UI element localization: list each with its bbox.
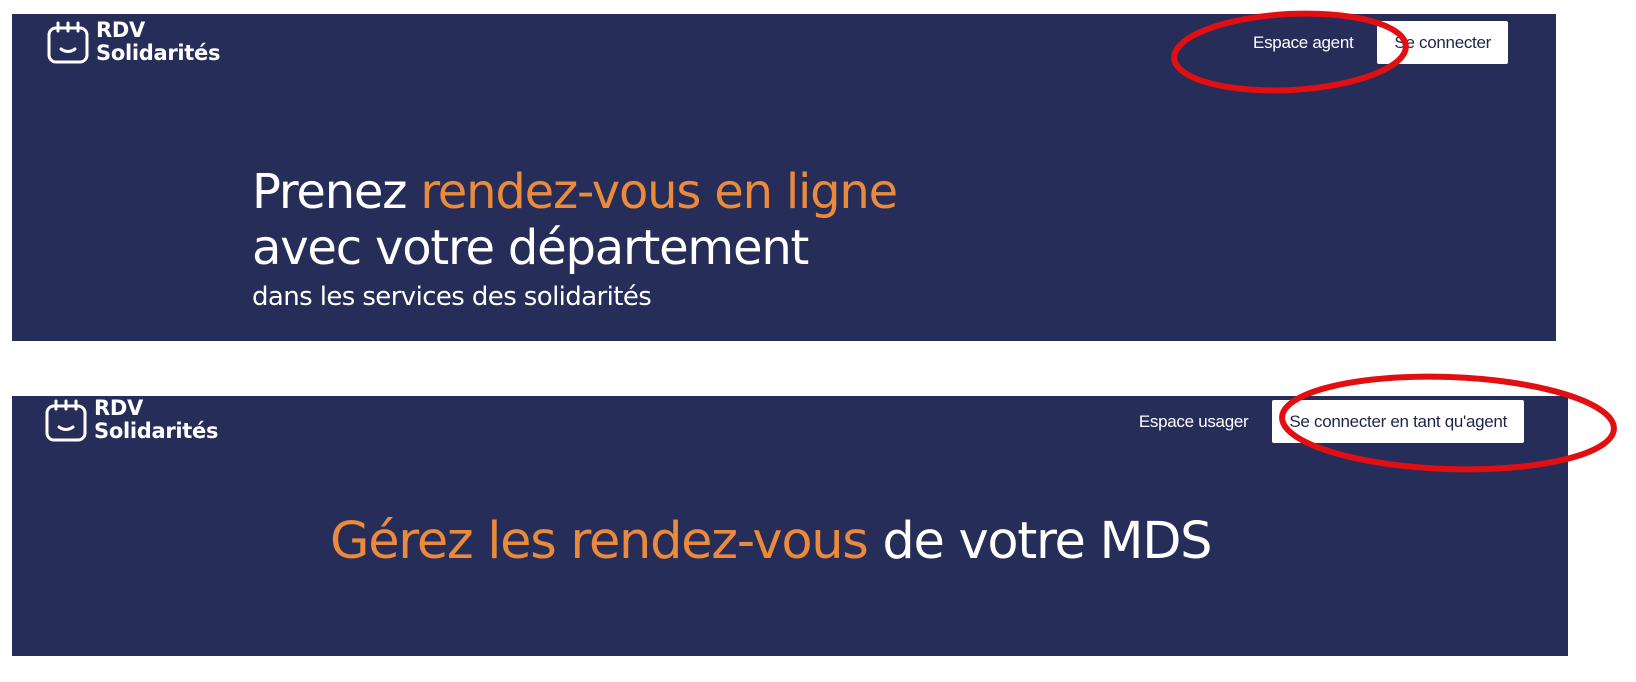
hero-line-1: Prenez rendez-vous en ligne [252, 164, 898, 220]
hero-line-1-accent: rendez-vous en ligne [420, 164, 898, 220]
hero-subtitle: dans les services des solidarités [252, 282, 652, 312]
hero-line-2: avec votre département [252, 220, 809, 276]
header-nav: Espace usager Se connecter en tant qu'ag… [1139, 400, 1524, 443]
rdv-solidarites-logo[interactable]: RDV Solidarités [44, 397, 218, 443]
hero-accent: Gérez les rendez-vous [330, 512, 869, 571]
logo-text: RDV Solidarités [94, 397, 218, 443]
header-nav: Espace agent Se connecter [1253, 21, 1508, 64]
espace-usager-link[interactable]: Espace usager [1139, 412, 1249, 432]
se-connecter-agent-button[interactable]: Se connecter en tant qu'agent [1272, 400, 1524, 443]
hero-plain: de votre MDS [867, 512, 1212, 571]
hero-line-1-plain: Prenez [252, 164, 421, 220]
rdv-solidarites-logo[interactable]: RDV Solidarités [46, 19, 220, 65]
espace-agent-link[interactable]: Espace agent [1253, 33, 1354, 53]
logo-text: RDV Solidarités [96, 19, 220, 65]
logo-line-solidarites: Solidarités [96, 41, 221, 65]
hero-title: Prenez rendez-vous en ligne avec votre d… [252, 164, 898, 316]
calendar-smile-icon [45, 399, 87, 442]
user-space-header: RDV Solidarités Espace agent Se connecte… [12, 14, 1556, 341]
logo-line-rdv: RDV [96, 18, 145, 42]
logo-line-solidarites: Solidarités [94, 419, 219, 443]
se-connecter-button[interactable]: Se connecter [1377, 21, 1508, 64]
calendar-smile-icon [47, 21, 89, 64]
logo-line-rdv: RDV [94, 396, 143, 420]
hero-title: Gérez les rendez-vous de votre MDS [330, 512, 1213, 572]
agent-space-header: RDV Solidarités Espace usager Se connect… [12, 396, 1568, 656]
